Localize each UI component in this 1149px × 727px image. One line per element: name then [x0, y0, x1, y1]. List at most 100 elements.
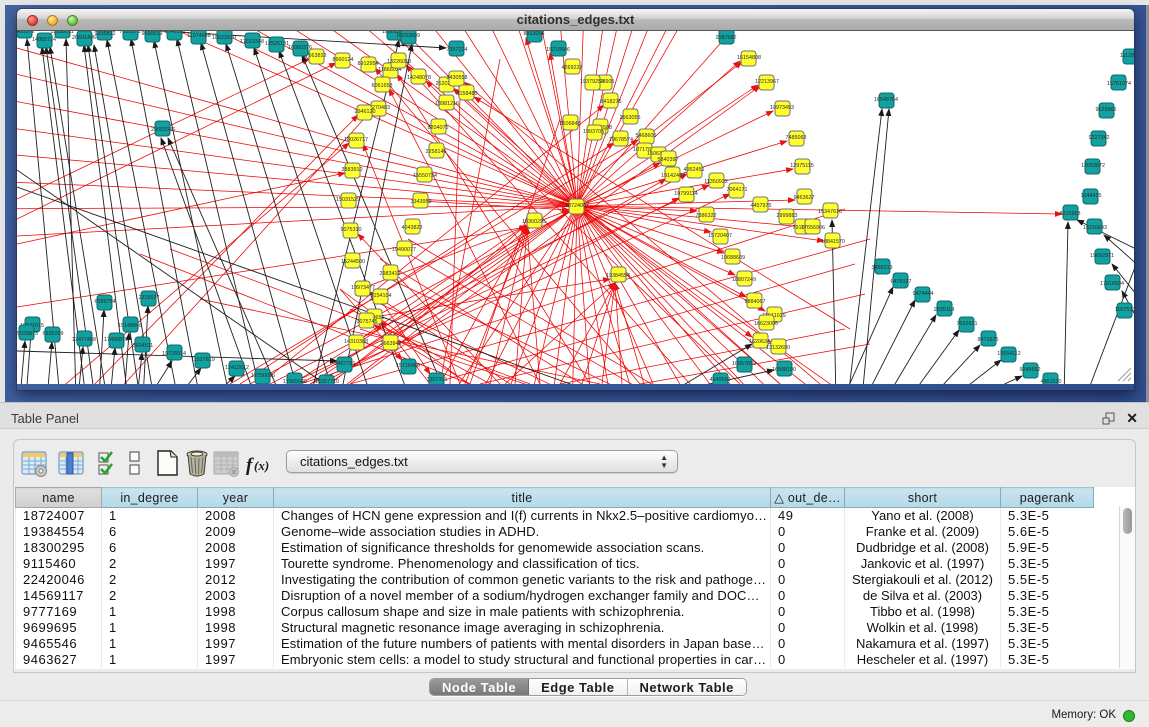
svg-text:15550734: 15550734 [413, 173, 437, 179]
svg-text:10654112: 10654112 [997, 351, 1021, 357]
svg-text:16908100: 16908100 [772, 367, 796, 373]
svg-text:18026717: 18026717 [344, 137, 368, 143]
svg-text:9335812: 9335812 [95, 31, 116, 37]
svg-text:1244415: 1244415 [1081, 193, 1102, 199]
svg-text:14310388: 14310388 [344, 339, 368, 345]
svg-text:14055724: 14055724 [32, 37, 56, 43]
svg-text:9245652: 9245652 [1020, 367, 1041, 373]
svg-text:8418275: 8418275 [601, 99, 622, 105]
svg-text:5840397: 5840397 [658, 157, 679, 163]
svg-text:12477488: 12477488 [72, 337, 96, 343]
svg-text:(x): (x) [254, 458, 269, 473]
svg-text:12213967: 12213967 [755, 79, 779, 85]
svg-text:3075745: 3075745 [357, 319, 378, 325]
svg-text:19692971: 19692971 [1090, 253, 1114, 259]
svg-text:17016504: 17016504 [1100, 281, 1124, 287]
svg-text:19384554: 19384554 [606, 273, 630, 279]
svg-text:19218506: 19218506 [546, 47, 570, 53]
svg-text:19142407: 19142407 [661, 173, 685, 179]
svg-text:7031971: 7031971 [120, 31, 141, 35]
svg-text:3746598: 3746598 [165, 31, 186, 35]
svg-text:16154808: 16154808 [737, 55, 761, 61]
svg-text:11350932: 11350932 [704, 179, 728, 185]
svg-text:16210643: 16210643 [1083, 225, 1107, 231]
svg-text:15347616: 15347616 [818, 209, 842, 215]
svg-text:9190519: 9190519 [142, 31, 163, 37]
svg-text:2315577: 2315577 [139, 295, 160, 301]
svg-text:4952451: 4952451 [684, 167, 705, 173]
svg-text:2946120: 2946120 [355, 109, 376, 115]
svg-text:7663822: 7663822 [306, 53, 327, 59]
svg-text:18300295: 18300295 [522, 219, 546, 225]
svg-text:10057659: 10057659 [732, 361, 756, 367]
svg-text:8471676: 8471676 [978, 337, 999, 343]
svg-text:9075310: 9075310 [341, 227, 362, 233]
svg-text:4140560: 4140560 [710, 377, 731, 383]
svg-text:8215958: 8215958 [1060, 211, 1081, 217]
svg-text:17665640: 17665640 [283, 379, 307, 384]
svg-text:17656906: 17656906 [801, 225, 825, 231]
svg-text:11058511: 11058511 [50, 31, 73, 35]
svg-text:18622670: 18622670 [212, 35, 236, 41]
svg-text:3343959: 3343959 [411, 199, 432, 205]
svg-text:1112841: 1112841 [1120, 53, 1134, 59]
svg-text:17613348: 17613348 [240, 39, 264, 45]
svg-text:18807249: 18807249 [732, 277, 756, 283]
svg-text:12525131: 12525131 [265, 41, 289, 47]
svg-text:19678574: 19678574 [609, 137, 633, 143]
svg-text:8813054: 8813054 [524, 31, 545, 37]
svg-text:9457791: 9457791 [335, 361, 356, 367]
svg-text:19379254: 19379254 [580, 79, 604, 85]
svg-text:7357224: 7357224 [447, 47, 468, 53]
svg-text:15720407: 15720407 [708, 233, 732, 239]
svg-text:9227342: 9227342 [1089, 135, 1110, 141]
svg-text:3430558: 3430558 [447, 75, 468, 81]
svg-text:1167533: 1167533 [1115, 307, 1134, 313]
svg-text:16623006: 16623006 [754, 321, 778, 327]
svg-text:f: f [246, 455, 254, 476]
svg-text:2563055: 2563055 [620, 115, 641, 121]
svg-text:19937057: 19937057 [583, 129, 607, 135]
svg-text:12093872: 12093872 [1081, 163, 1105, 169]
svg-text:17406879: 17406879 [104, 337, 128, 343]
svg-text:15031529: 15031529 [336, 197, 360, 203]
svg-text:3604511: 3604511 [133, 343, 154, 349]
svg-text:3456213: 3456213 [872, 265, 893, 271]
svg-text:16060376: 16060376 [288, 45, 312, 51]
svg-text:4158480: 4158480 [457, 91, 478, 97]
svg-text:2983419: 2983419 [380, 271, 401, 277]
svg-text:2663941: 2663941 [381, 341, 402, 347]
svg-text:15751074: 15751074 [1107, 81, 1131, 87]
svg-text:19490077: 19490077 [392, 247, 416, 253]
svg-text:4043823: 4043823 [402, 225, 423, 231]
svg-text:14248078: 14248078 [407, 75, 431, 81]
svg-text:18981216: 18981216 [435, 101, 459, 107]
svg-text:2999883: 2999883 [777, 213, 798, 219]
svg-text:6061658: 6061658 [372, 83, 393, 89]
svg-text:3106848: 3106848 [560, 121, 581, 127]
svg-text:13226058: 13226058 [387, 59, 411, 65]
svg-text:2258145: 2258145 [426, 149, 447, 155]
svg-text:18724007: 18724007 [565, 203, 589, 209]
svg-text:19973477: 19973477 [351, 285, 375, 291]
svg-text:12750036: 12750036 [251, 373, 275, 379]
svg-text:5468605: 5468605 [636, 133, 657, 139]
svg-text:19725914: 19725914 [162, 351, 186, 357]
svg-text:12975115: 12975115 [790, 163, 814, 169]
svg-text:5154104: 5154104 [371, 293, 392, 299]
svg-text:9474444: 9474444 [913, 291, 934, 297]
svg-text:8912954: 8912954 [358, 61, 379, 67]
svg-text:4457975: 4457975 [751, 203, 772, 209]
svg-text:6099754: 6099754 [95, 299, 116, 305]
svg-text:6535209: 6535209 [43, 331, 64, 337]
svg-text:15029873: 15029873 [17, 331, 38, 337]
svg-text:11527619: 11527619 [191, 357, 215, 363]
svg-text:9884067: 9884067 [745, 299, 766, 305]
svg-text:20691406: 20691406 [72, 35, 96, 41]
svg-text:19799114: 19799114 [674, 191, 698, 197]
svg-text:15149848: 15149848 [118, 323, 142, 329]
svg-text:11074688: 11074688 [187, 33, 211, 39]
svg-text:4961630: 4961630 [1041, 379, 1062, 384]
svg-text:8660124: 8660124 [333, 57, 354, 63]
svg-text:2087682: 2087682 [716, 35, 737, 41]
